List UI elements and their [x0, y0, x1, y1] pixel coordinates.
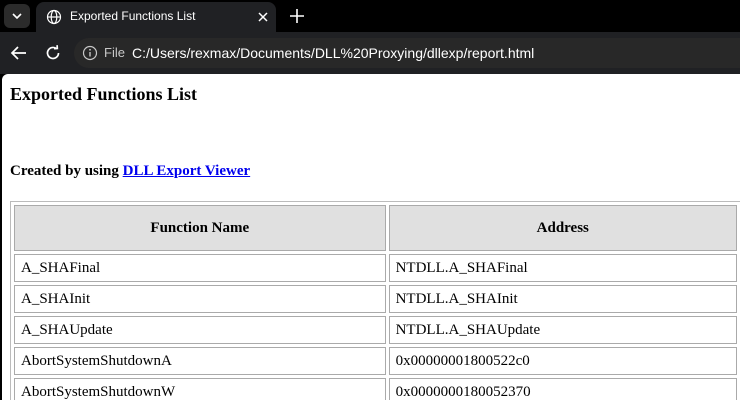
table-header-row: Function Name Address	[14, 205, 737, 251]
reload-icon	[46, 45, 60, 60]
browser-tab[interactable]: Exported Functions List	[36, 2, 276, 32]
tab-close-button[interactable]	[254, 8, 272, 26]
reload-button[interactable]	[42, 42, 64, 64]
scheme-label: File	[104, 45, 125, 60]
table-row: A_SHAUpdate NTDLL.A_SHAUpdate	[14, 316, 737, 344]
info-icon[interactable]	[82, 45, 98, 61]
close-icon	[258, 12, 268, 22]
page-title: Exported Functions List	[10, 84, 198, 104]
tab-search-button[interactable]	[4, 4, 30, 28]
table-row: A_SHAFinal NTDLL.A_SHAFinal	[14, 254, 737, 282]
column-header-function-name: Function Name	[14, 205, 386, 251]
globe-icon	[46, 9, 62, 25]
browser-toolbar: File C:/Users/rexmax/Documents/DLL%20Pro…	[0, 32, 740, 74]
new-tab-button[interactable]	[286, 5, 308, 27]
address-cell: NTDLL.A_SHAUpdate	[388, 316, 737, 344]
credit-line: Created by using DLL Export Viewer	[10, 163, 250, 180]
plus-icon	[290, 9, 304, 23]
functions-table: Function Name Address A_SHAFinal NTDLL.A…	[10, 201, 740, 400]
back-button[interactable]	[8, 42, 30, 64]
address-cell: 0x0000000180052370	[388, 378, 737, 400]
function-name-cell: A_SHAUpdate	[14, 316, 386, 344]
function-name-cell: AbortSystemShutdownW	[14, 378, 386, 400]
page-content: Exported Functions List Created by using…	[2, 74, 740, 400]
arrow-left-icon	[10, 46, 26, 60]
tab-strip: Exported Functions List	[0, 0, 740, 32]
credit-prefix: Created by using	[10, 163, 119, 179]
table-row: AbortSystemShutdownA 0x00000001800522c0	[14, 347, 737, 375]
function-name-cell: A_SHAInit	[14, 285, 386, 313]
tab-title: Exported Functions List	[70, 9, 196, 23]
function-name-cell: AbortSystemShutdownA	[14, 347, 386, 375]
address-cell: 0x00000001800522c0	[388, 347, 737, 375]
address-bar[interactable]: File C:/Users/rexmax/Documents/DLL%20Pro…	[74, 38, 740, 68]
table-row: AbortSystemShutdownW 0x0000000180052370	[14, 378, 737, 400]
table-row: A_SHAInit NTDLL.A_SHAInit	[14, 285, 737, 313]
address-cell: NTDLL.A_SHAInit	[388, 285, 737, 313]
url-text[interactable]: C:/Users/rexmax/Documents/DLL%20Proxying…	[132, 45, 534, 61]
dll-export-viewer-link[interactable]: DLL Export Viewer	[123, 163, 251, 179]
column-header-address: Address	[388, 205, 737, 251]
address-cell: NTDLL.A_SHAFinal	[388, 254, 737, 282]
function-name-cell: A_SHAFinal	[14, 254, 386, 282]
chevron-down-icon	[12, 13, 22, 20]
